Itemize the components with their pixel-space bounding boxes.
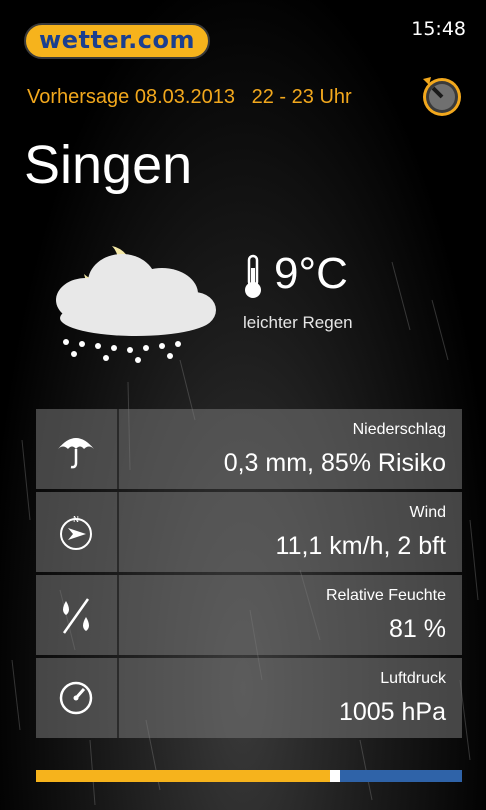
- timeline-remaining: [340, 770, 462, 782]
- precipitation-card: Niederschlag 0,3 mm, 85% Risiko: [36, 409, 462, 489]
- pressure-card: Luftdruck 1005 hPa: [36, 658, 462, 738]
- timeline-elapsed: [36, 770, 330, 782]
- temperature-value: 9°C: [274, 249, 348, 298]
- detail-value: 11,1 km/h, 2 bft: [275, 532, 446, 560]
- timeline-thumb[interactable]: [330, 770, 340, 782]
- detail-label: Luftdruck: [380, 670, 446, 687]
- moon-cloud-rain-icon: [56, 246, 216, 363]
- detail-value: 0,3 mm, 85% Risiko: [223, 449, 446, 477]
- humidity-icon: [62, 598, 90, 634]
- humidity-card: Relative Feuchte 81 %: [36, 575, 462, 655]
- forecast-timeline-slider[interactable]: [36, 770, 462, 782]
- condition-text: leichter Regen: [243, 313, 353, 332]
- thermometer-icon: [245, 254, 261, 298]
- detail-value: 81 %: [389, 615, 446, 643]
- status-clock: 15:48: [411, 18, 466, 40]
- wetter-logo[interactable]: wetter.com: [24, 23, 210, 59]
- pressure-gauge-icon: [59, 681, 93, 715]
- forecast-datetime: Vorhersage 08.03.2013 22 - 23 Uhr: [27, 86, 352, 108]
- svg-text:N: N: [73, 515, 79, 524]
- card-separator: [117, 658, 119, 738]
- city-name: Singen: [24, 135, 193, 195]
- detail-label: Niederschlag: [352, 421, 446, 438]
- detail-label: Wind: [409, 504, 446, 521]
- compass-wind-icon: N: [60, 515, 92, 550]
- detail-value: 1005 hPa: [338, 698, 446, 726]
- card-separator: [117, 409, 119, 489]
- card-separator: [117, 575, 119, 655]
- card-separator: [117, 492, 119, 572]
- wind-card: N Wind 11,1 km/h, 2 bft: [36, 492, 462, 572]
- umbrella-icon: [58, 438, 94, 469]
- detail-label: Relative Feuchte: [325, 587, 446, 604]
- refresh-dial-icon[interactable]: [415, 73, 465, 119]
